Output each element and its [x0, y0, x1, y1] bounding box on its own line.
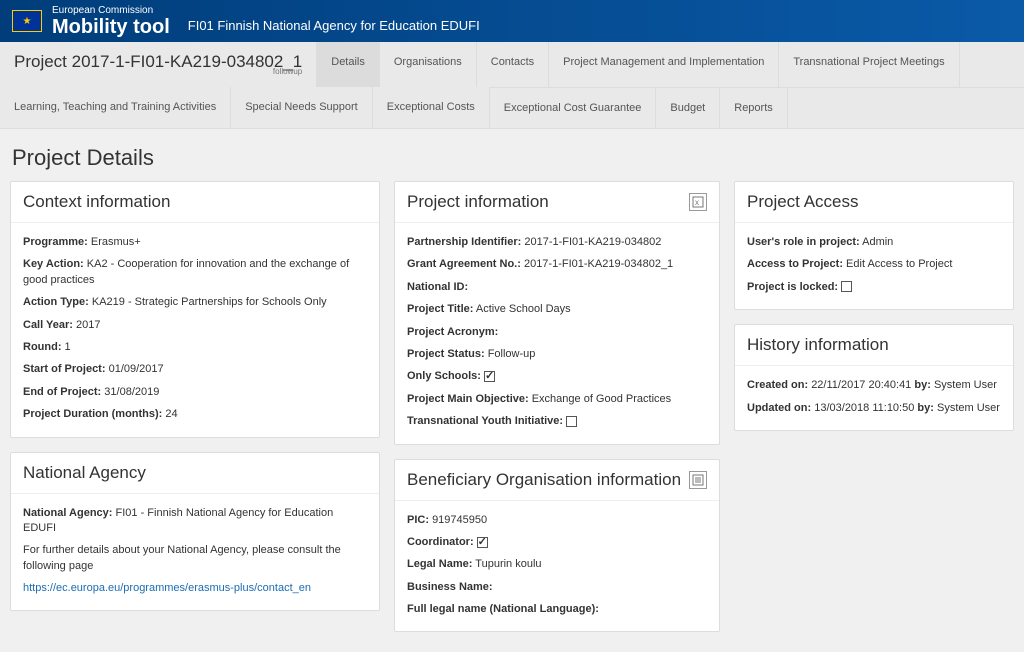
- tab-budget[interactable]: Budget: [656, 87, 720, 128]
- key-action-label: Key Action:: [23, 258, 84, 270]
- project-status-value: Follow-up: [488, 348, 536, 360]
- context-information-card: Context information Programme: Erasmus+ …: [10, 181, 380, 438]
- context-card-title: Context information: [23, 192, 170, 212]
- duration-label: Project Duration (months):: [23, 408, 162, 420]
- created-by-label: by:: [914, 379, 931, 391]
- programme-value: Erasmus+: [91, 236, 141, 248]
- tab-organisations[interactable]: Organisations: [380, 42, 477, 87]
- project-access-card: Project Access User's role in project: A…: [734, 181, 1014, 310]
- app-brand: Mobility tool: [52, 16, 170, 38]
- partnership-id-value: 2017-1-FI01-KA219-034802: [524, 236, 661, 248]
- national-id-label: National ID:: [407, 281, 468, 293]
- tab-details[interactable]: Details: [317, 42, 380, 87]
- coordinator-label: Coordinator:: [407, 536, 474, 548]
- created-value: 22/11/2017 20:40:41: [811, 379, 911, 391]
- access-label: Access to Project:: [747, 258, 843, 270]
- project-status-label: Project Status:: [407, 348, 485, 360]
- edit-access-link[interactable]: Edit Access to Project: [846, 258, 952, 270]
- locked-checkbox: [841, 281, 852, 292]
- header-titles: European Commission Mobility tool: [52, 5, 170, 38]
- only-schools-label: Only Schools:: [407, 370, 481, 382]
- legal-name-value: Tupurin koulu: [475, 558, 541, 570]
- national-agency-card: National Agency National Agency: FI01 - …: [10, 452, 380, 612]
- tab-special-needs[interactable]: Special Needs Support: [231, 87, 373, 128]
- role-label: User's role in project:: [747, 236, 860, 248]
- tab-contacts[interactable]: Contacts: [477, 42, 549, 87]
- tabs-bar: Project 2017-1-FI01-KA219-034802_1 follo…: [0, 42, 1024, 129]
- pic-label: PIC:: [407, 514, 429, 526]
- na-card-title: National Agency: [23, 463, 146, 483]
- partnership-id-label: Partnership Identifier:: [407, 236, 521, 248]
- full-legal-label: Full legal name (National Language):: [407, 603, 599, 615]
- updated-by-value: System User: [937, 402, 1000, 414]
- updated-value: 13/03/2018 11:10:50: [814, 402, 914, 414]
- tab-reports[interactable]: Reports: [720, 87, 788, 128]
- na-help-text: For further details about your National …: [23, 543, 367, 574]
- programme-label: Programme:: [23, 236, 88, 248]
- eu-flag-icon: [12, 10, 42, 32]
- details-icon[interactable]: [689, 471, 707, 489]
- coordinator-checkbox: [477, 537, 488, 548]
- action-type-label: Action Type:: [23, 296, 89, 308]
- tab-learning-activities[interactable]: Learning, Teaching and Training Activiti…: [0, 87, 231, 128]
- tyi-label: Transnational Youth Initiative:: [407, 415, 563, 427]
- grant-agreement-value: 2017-1-FI01-KA219-034802_1: [524, 258, 673, 270]
- created-label: Created on:: [747, 379, 808, 391]
- locked-label: Project is locked:: [747, 281, 838, 293]
- role-value: Admin: [862, 236, 893, 248]
- updated-by-label: by:: [917, 402, 934, 414]
- na-label: National Agency:: [23, 507, 112, 519]
- header-small: European Commission: [52, 5, 170, 16]
- project-code: Project 2017-1-FI01-KA219-034802_1 follo…: [0, 42, 317, 87]
- beneficiary-card: Beneficiary Organisation information PIC…: [394, 459, 720, 633]
- end-label: End of Project:: [23, 386, 101, 398]
- updated-label: Updated on:: [747, 402, 811, 414]
- main-objective-value: Exchange of Good Practices: [532, 393, 671, 405]
- call-year-value: 2017: [76, 319, 100, 331]
- business-name-label: Business Name:: [407, 581, 493, 593]
- tab-exceptional-costs[interactable]: Exceptional Costs: [373, 87, 490, 128]
- project-information-card: Project information x Partnership Identi…: [394, 181, 720, 445]
- start-label: Start of Project:: [23, 363, 106, 375]
- project-access-title: Project Access: [747, 192, 859, 212]
- created-by-value: System User: [934, 379, 997, 391]
- main-objective-label: Project Main Objective:: [407, 393, 529, 405]
- action-type-value: KA219 - Strategic Partnerships for Schoo…: [92, 296, 327, 308]
- round-label: Round:: [23, 341, 61, 353]
- start-value: 01/09/2017: [109, 363, 164, 375]
- beneficiary-title: Beneficiary Organisation information: [407, 470, 681, 490]
- duration-value: 24: [165, 408, 177, 420]
- project-title-value: Active School Days: [476, 303, 571, 315]
- agency-name: FI01 Finnish National Agency for Educati…: [188, 18, 480, 33]
- tyi-checkbox: [566, 416, 577, 427]
- project-title-label: Project Title:: [407, 303, 473, 315]
- project-acronym-label: Project Acronym:: [407, 326, 498, 338]
- call-year-label: Call Year:: [23, 319, 73, 331]
- round-value: 1: [65, 341, 71, 353]
- legal-name-label: Legal Name:: [407, 558, 472, 570]
- history-card: History information Created on: 22/11/20…: [734, 324, 1014, 431]
- tab-transnational-meetings[interactable]: Transnational Project Meetings: [779, 42, 959, 87]
- only-schools-checkbox: [484, 371, 495, 382]
- project-code-text: Project 2017-1-FI01-KA219-034802_1: [14, 52, 302, 71]
- grant-agreement-label: Grant Agreement No.:: [407, 258, 521, 270]
- history-title: History information: [747, 335, 889, 355]
- tab-exceptional-cost-guarantee[interactable]: Exceptional Cost Guarantee: [490, 87, 657, 128]
- project-info-title: Project information: [407, 192, 549, 212]
- page-title: Project Details: [0, 129, 1024, 181]
- na-link[interactable]: https://ec.europa.eu/programmes/erasmus-…: [23, 582, 311, 594]
- svg-text:x: x: [695, 198, 699, 207]
- tab-project-management[interactable]: Project Management and Implementation: [549, 42, 779, 87]
- end-value: 31/08/2019: [104, 386, 159, 398]
- export-icon[interactable]: x: [689, 193, 707, 211]
- pic-value: 919745950: [432, 514, 487, 526]
- app-header: European Commission Mobility tool FI01 F…: [0, 0, 1024, 42]
